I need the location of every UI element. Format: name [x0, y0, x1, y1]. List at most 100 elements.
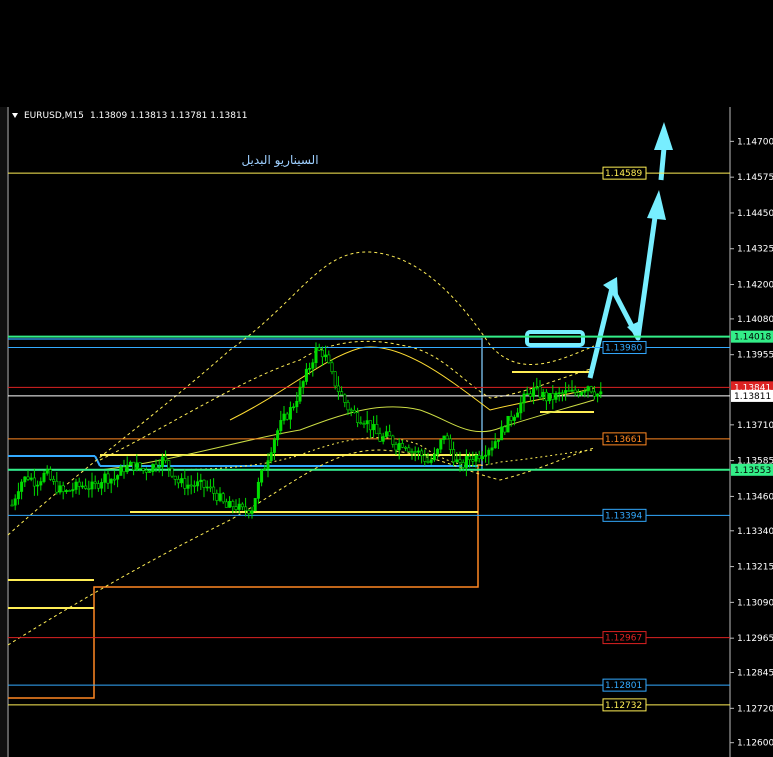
candle-body [378, 433, 382, 442]
candle-body [221, 493, 225, 503]
candle-body [39, 481, 43, 486]
candle-body [349, 409, 353, 412]
candle-body [544, 391, 548, 402]
candle-body [448, 438, 452, 450]
candle-body [599, 391, 603, 395]
symbol-dropdown-icon[interactable] [12, 113, 18, 118]
candle-body [330, 362, 334, 373]
level-label: 1.14589 [605, 169, 642, 179]
axis-price-label: 1.14018 [734, 333, 771, 343]
candle-body [170, 467, 174, 477]
moving-average [229, 346, 595, 421]
candle-body [180, 478, 184, 484]
candle-body [423, 455, 427, 462]
candle-body [432, 453, 436, 461]
y-tick-label: 1.12845 [737, 669, 773, 679]
candle-body [196, 481, 200, 487]
candle-body [112, 478, 116, 481]
candle-body [288, 407, 292, 420]
candle-body [93, 481, 97, 484]
candle-body [404, 446, 408, 449]
candle-body [36, 484, 40, 487]
candle-body [468, 455, 472, 460]
analyst-drawings [7, 122, 673, 699]
candle-body [416, 450, 420, 453]
y-tick-label: 1.14200 [737, 281, 773, 291]
candle-body [365, 420, 369, 425]
candle-body [413, 451, 417, 453]
y-tick-label: 1.12600 [737, 739, 773, 749]
candle-body [237, 503, 241, 510]
y-tick-label: 1.13710 [737, 421, 773, 431]
candle-body [461, 462, 465, 468]
candle-body [215, 492, 219, 501]
candle-body [298, 386, 302, 402]
candle-body [480, 456, 484, 460]
candle-body [138, 462, 142, 469]
candle-body [202, 479, 206, 488]
candle-body [189, 484, 193, 487]
candle-body [250, 510, 254, 514]
candle-body [304, 368, 308, 382]
y-tick-label: 1.13090 [737, 598, 773, 608]
orange-step-line [8, 338, 483, 699]
candle-body [500, 426, 504, 441]
candle-body [477, 455, 481, 460]
level-label: 1.13661 [605, 435, 642, 445]
candle-body [48, 469, 52, 480]
candle-body [381, 436, 385, 442]
candle-body [45, 469, 49, 474]
candle-body [589, 386, 593, 393]
candle-body [260, 469, 264, 483]
candle-body [554, 392, 558, 400]
candle-body [320, 349, 324, 358]
candle-body [256, 481, 260, 499]
candle-body [173, 475, 177, 480]
candle-body [576, 392, 580, 396]
candle-body [509, 415, 513, 421]
candle-body [23, 476, 27, 483]
candle-body [144, 470, 148, 473]
left-scroll-strip[interactable] [0, 107, 7, 757]
y-tick-label: 1.13955 [737, 351, 773, 361]
candle-body [596, 393, 600, 397]
candle-body [340, 391, 344, 396]
candle-body [218, 493, 222, 501]
candle-body [535, 386, 539, 389]
candle-body [400, 443, 404, 448]
candle-body [445, 435, 449, 440]
y-tick-label: 1.14450 [737, 209, 773, 219]
candle-body [324, 354, 328, 358]
candle-body [346, 402, 350, 411]
y-tick-label: 1.13585 [737, 457, 773, 467]
candle-body [532, 387, 536, 397]
candle-body [10, 504, 14, 507]
candle-body [372, 424, 376, 431]
candle-body [87, 488, 91, 490]
level-label: 1.12732 [605, 701, 642, 711]
candle-body [276, 430, 280, 441]
y-tick-label: 1.13215 [737, 563, 773, 573]
candle-body [592, 391, 596, 397]
symbol-timeframe: EURUSD,M15 [24, 111, 84, 121]
candle-body [20, 481, 24, 492]
candle-body [336, 385, 340, 392]
candle-body [247, 510, 251, 514]
candle-body [106, 473, 110, 484]
candle-body [397, 443, 401, 451]
candle-body [455, 459, 459, 463]
level-label: 1.13980 [605, 344, 642, 354]
candle-body [42, 472, 46, 482]
y-tick-label: 1.13340 [737, 527, 773, 537]
candle-body [16, 491, 20, 500]
price-levels: 1.14589 1.13980 1.13661 1.13394 1.12967 1.128… [8, 166, 773, 712]
candle-body [109, 478, 113, 484]
candle-body [564, 390, 568, 394]
candle-body [74, 481, 78, 490]
candle-body [327, 354, 331, 364]
axis-price-label: 1.13553 [734, 466, 771, 476]
price-chart[interactable]: EURUSD,M15 1.13809 1.13813 1.13781 1.138… [0, 0, 773, 757]
candle-body [183, 478, 187, 489]
candle-body [13, 498, 17, 506]
y-tick-label: 1.14080 [737, 315, 773, 325]
